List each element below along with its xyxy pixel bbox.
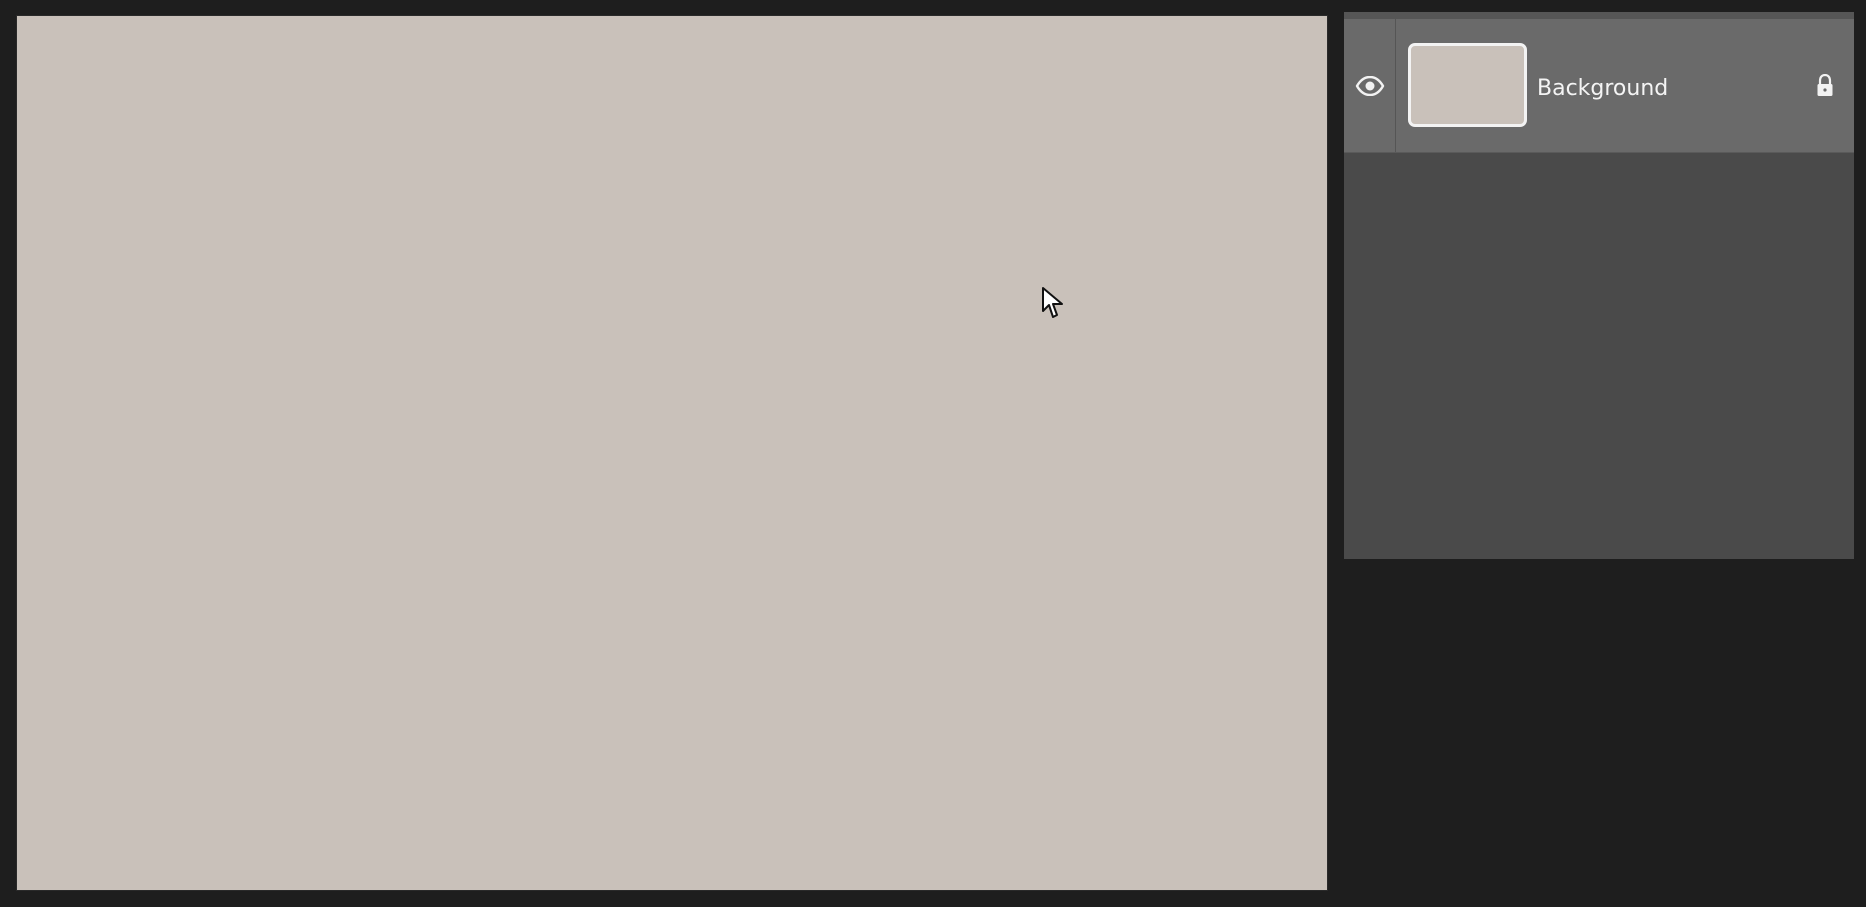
layers-panel: Background	[1344, 12, 1854, 559]
photo-editor-window: Background	[0, 0, 1866, 907]
layer-name-label[interactable]: Background	[1537, 76, 1668, 102]
layer-visibility-toggle[interactable]	[1344, 19, 1396, 152]
layer-thumbnail[interactable]	[1408, 43, 1527, 127]
document-canvas[interactable]	[16, 15, 1328, 891]
layer-row-background[interactable]: Background	[1344, 19, 1854, 153]
mouse-cursor-icon	[1042, 287, 1063, 318]
layers-panel-top-strip	[1344, 12, 1854, 19]
eye-icon	[1355, 75, 1384, 96]
lock-icon[interactable]	[1816, 74, 1834, 98]
